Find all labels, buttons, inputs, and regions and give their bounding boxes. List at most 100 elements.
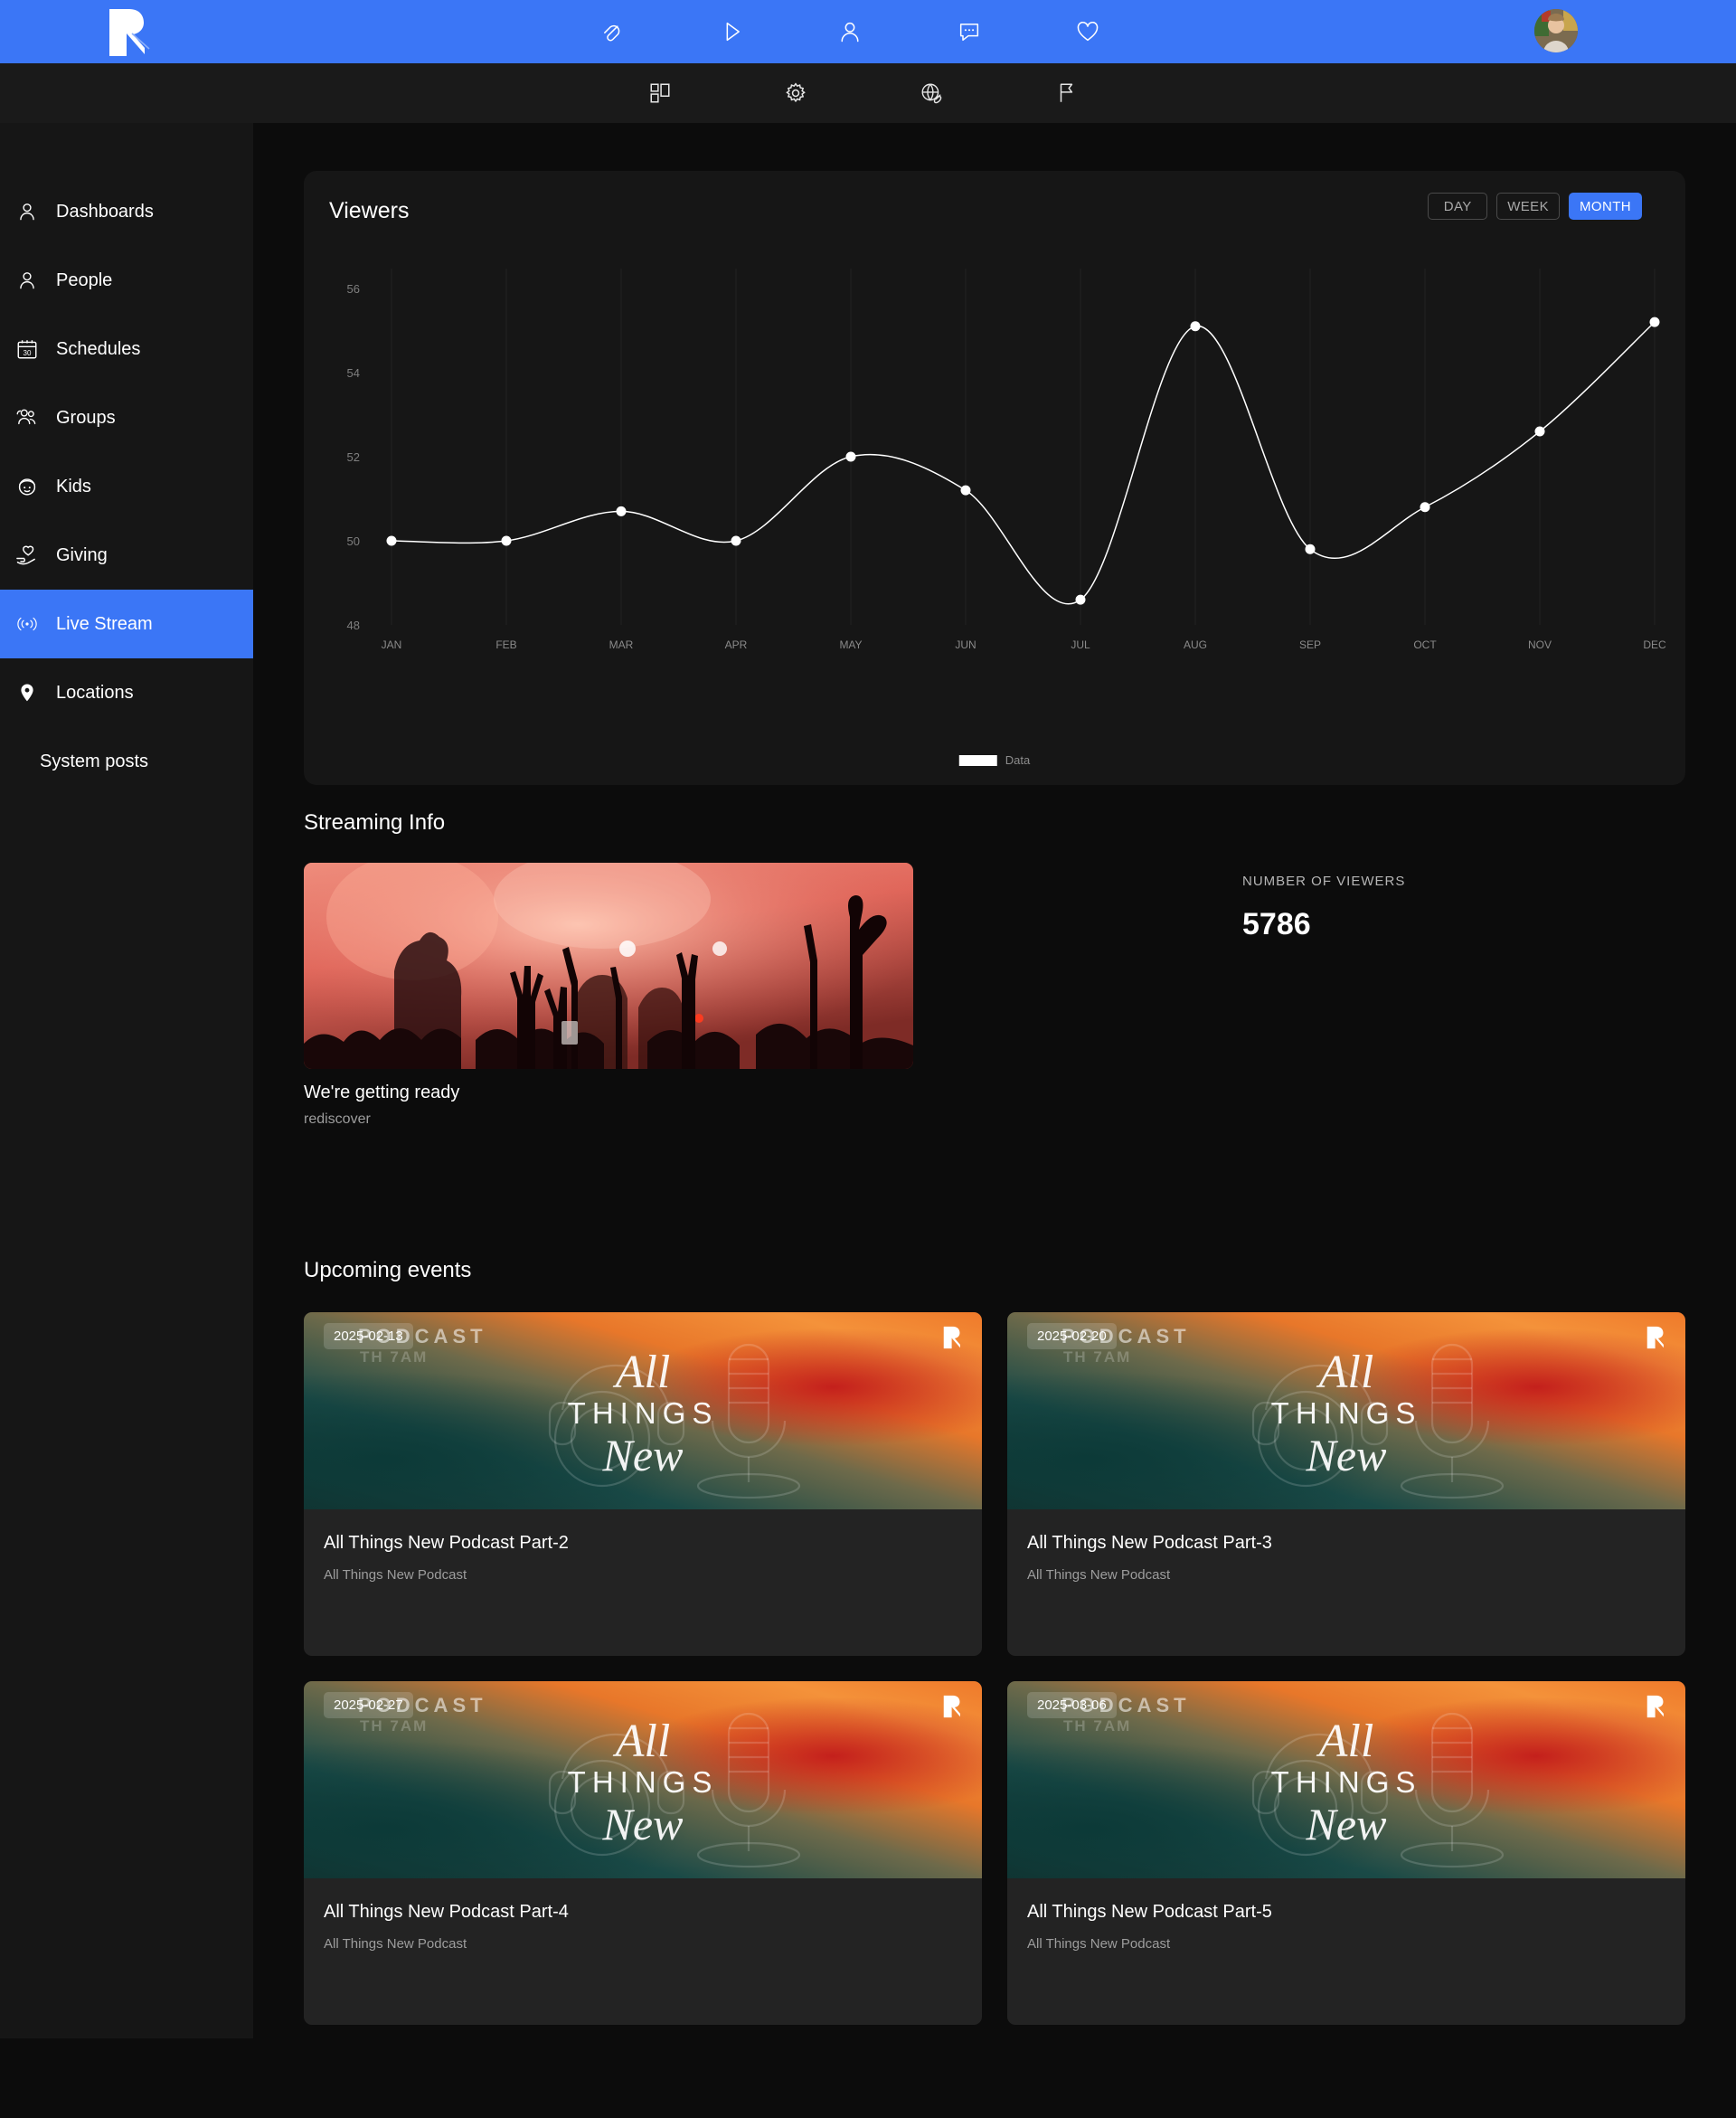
chart-data-point[interactable] bbox=[1534, 426, 1545, 437]
avatar[interactable] bbox=[1534, 9, 1578, 52]
sidebar-item-locations[interactable]: Locations bbox=[0, 658, 253, 727]
chart-data-point[interactable] bbox=[1075, 594, 1086, 605]
person-icon[interactable] bbox=[835, 16, 865, 47]
sidebar-item-giving[interactable]: Giving bbox=[0, 521, 253, 590]
legend-swatch bbox=[958, 754, 997, 766]
event-date-badge: 2025-02-20 bbox=[1027, 1323, 1117, 1349]
sidebar-item-label: System posts bbox=[40, 752, 149, 771]
event-card[interactable]: PODCAST TH 7AM All THINGS New 2025-02-13… bbox=[304, 1312, 982, 1656]
x-axis-tick: JUN bbox=[955, 638, 976, 651]
rock-logo[interactable] bbox=[102, 5, 156, 60]
event-date-badge: 2025-03-06 bbox=[1027, 1692, 1117, 1718]
chart-data-point[interactable] bbox=[731, 535, 741, 546]
event-body: All Things New Podcast Part-5 All Things… bbox=[1007, 1878, 1685, 1952]
viewers-stat: NUMBER OF VIEWERS 5786 bbox=[1242, 874, 1405, 942]
play-icon[interactable] bbox=[716, 16, 747, 47]
sidebar-item-live-stream[interactable]: Live Stream bbox=[0, 590, 253, 658]
event-banner: PODCAST TH 7AM All THINGS New 2025-02-27 bbox=[304, 1681, 982, 1878]
chart-data-point[interactable] bbox=[616, 506, 627, 516]
sidebar-item-label: Giving bbox=[56, 545, 108, 565]
gear-icon[interactable] bbox=[782, 80, 809, 107]
sidebar-item-system-posts[interactable]: System posts bbox=[0, 727, 253, 796]
event-title: All Things New Podcast Part-5 bbox=[1027, 1902, 1272, 1922]
event-card[interactable]: PODCAST TH 7AM All THINGS New 2025-02-27… bbox=[304, 1681, 982, 2025]
sidebar-item-label: People bbox=[56, 270, 113, 290]
main-content: Viewers DAY WEEK MONTH 48 50 52 54 56 JAN FEB M… bbox=[253, 123, 1736, 2118]
globe-link-icon[interactable] bbox=[918, 80, 945, 107]
chart-data-point[interactable] bbox=[1420, 502, 1430, 513]
page-title: Viewers bbox=[329, 198, 410, 223]
paperclip-icon[interactable] bbox=[597, 16, 627, 47]
event-banner: PODCAST TH 7AM All THINGS New 2025-02-13 bbox=[304, 1312, 982, 1509]
sidebar-item-dashboards[interactable]: Dashboards bbox=[0, 177, 253, 246]
top-icon-group bbox=[597, 0, 1103, 63]
y-axis-tick: 52 bbox=[347, 450, 360, 464]
x-axis-tick: JUL bbox=[1071, 638, 1090, 651]
chart-data-point[interactable] bbox=[386, 535, 397, 546]
event-title: All Things New Podcast Part-3 bbox=[1027, 1533, 1272, 1553]
sidebar-item-people[interactable]: People bbox=[0, 246, 253, 315]
event-subtitle: All Things New Podcast bbox=[324, 1936, 467, 1952]
logo-line-3: New bbox=[602, 1429, 684, 1480]
event-title: All Things New Podcast Part-4 bbox=[324, 1902, 569, 1922]
hand-heart-icon bbox=[14, 543, 40, 568]
range-week-button[interactable]: WEEK bbox=[1496, 193, 1560, 220]
range-day-button[interactable]: DAY bbox=[1428, 193, 1488, 220]
x-axis-tick: SEP bbox=[1299, 638, 1321, 651]
event-body: All Things New Podcast Part-2 All Things… bbox=[304, 1509, 982, 1583]
logo-line-2: THINGS bbox=[567, 1765, 719, 1800]
rock-logo bbox=[1644, 1694, 1669, 1719]
stream-title: We're getting ready bbox=[304, 1083, 460, 1102]
logo-line-1: All bbox=[1318, 1347, 1374, 1398]
chart-data-point[interactable] bbox=[845, 451, 856, 462]
heart-icon[interactable] bbox=[1072, 16, 1103, 47]
chart-data-point[interactable] bbox=[1305, 544, 1316, 554]
chat-bubble-icon[interactable] bbox=[954, 16, 985, 47]
viewers-stat-label: NUMBER OF VIEWERS bbox=[1242, 874, 1406, 889]
x-axis-tick: AUG bbox=[1184, 638, 1207, 651]
stream-subtitle: rediscover bbox=[304, 1111, 371, 1127]
svg-text:30: 30 bbox=[24, 349, 32, 357]
x-axis-tick: NOV bbox=[1528, 638, 1552, 651]
y-axis-tick: 56 bbox=[347, 282, 360, 296]
person-icon bbox=[14, 199, 40, 224]
map-pin-icon bbox=[14, 680, 40, 705]
logo-line-2: THINGS bbox=[1270, 1765, 1422, 1800]
range-month-button[interactable]: MONTH bbox=[1569, 193, 1642, 220]
sidebar-item-groups[interactable]: Groups bbox=[0, 383, 253, 452]
event-subtitle: All Things New Podcast bbox=[1027, 1936, 1171, 1952]
chart-data-point[interactable] bbox=[960, 485, 971, 496]
all-things-new-logo: All THINGS New bbox=[304, 1717, 982, 1849]
chart-data-point[interactable] bbox=[1190, 321, 1201, 332]
x-axis-tick: MAY bbox=[839, 638, 862, 651]
concert-crowd-thumbnail[interactable] bbox=[304, 863, 913, 1069]
sidebar-item-label: Kids bbox=[56, 477, 91, 496]
logo-line-3: New bbox=[1306, 1798, 1387, 1849]
sidebar-item-kids[interactable]: Kids bbox=[0, 452, 253, 521]
person-icon bbox=[14, 268, 40, 293]
calendar-30-icon: 30 bbox=[14, 336, 40, 362]
sidebar-item-label: Groups bbox=[56, 408, 116, 428]
secondary-navigation-bar bbox=[0, 63, 1736, 123]
viewers-chart-card: Viewers DAY WEEK MONTH 48 50 52 54 56 JAN FEB M… bbox=[304, 171, 1685, 785]
y-axis-tick: 48 bbox=[347, 619, 360, 632]
all-things-new-logo: All THINGS New bbox=[1007, 1347, 1685, 1477]
flag-icon[interactable] bbox=[1053, 80, 1080, 107]
event-subtitle: All Things New Podcast bbox=[1027, 1567, 1171, 1583]
chart-data-point[interactable] bbox=[501, 535, 512, 546]
dashboard-grid-icon[interactable] bbox=[646, 80, 674, 107]
chart-legend: Data bbox=[958, 753, 1031, 767]
chart-data-point[interactable] bbox=[1649, 317, 1660, 327]
legend-label: Data bbox=[1005, 753, 1031, 767]
kid-face-icon bbox=[14, 474, 40, 499]
upcoming-events-heading: Upcoming events bbox=[304, 1258, 472, 1282]
all-things-new-logo: All THINGS New bbox=[304, 1348, 982, 1480]
logo-line-3: New bbox=[602, 1798, 684, 1849]
logo-line-1: All bbox=[1318, 1716, 1374, 1767]
event-card[interactable]: PODCAST TH 7AM All THINGS New 2025-03-06… bbox=[1007, 1681, 1685, 2025]
app-root: Dashboards People 30 Schedules Groups Ki… bbox=[0, 0, 1736, 2118]
event-body: All Things New Podcast Part-3 All Things… bbox=[1007, 1509, 1685, 1583]
x-axis-tick: OCT bbox=[1413, 638, 1437, 651]
event-card[interactable]: PODCAST TH 7AM All THINGS New 2025-02-20… bbox=[1007, 1312, 1685, 1656]
sidebar-item-schedules[interactable]: 30 Schedules bbox=[0, 315, 253, 383]
